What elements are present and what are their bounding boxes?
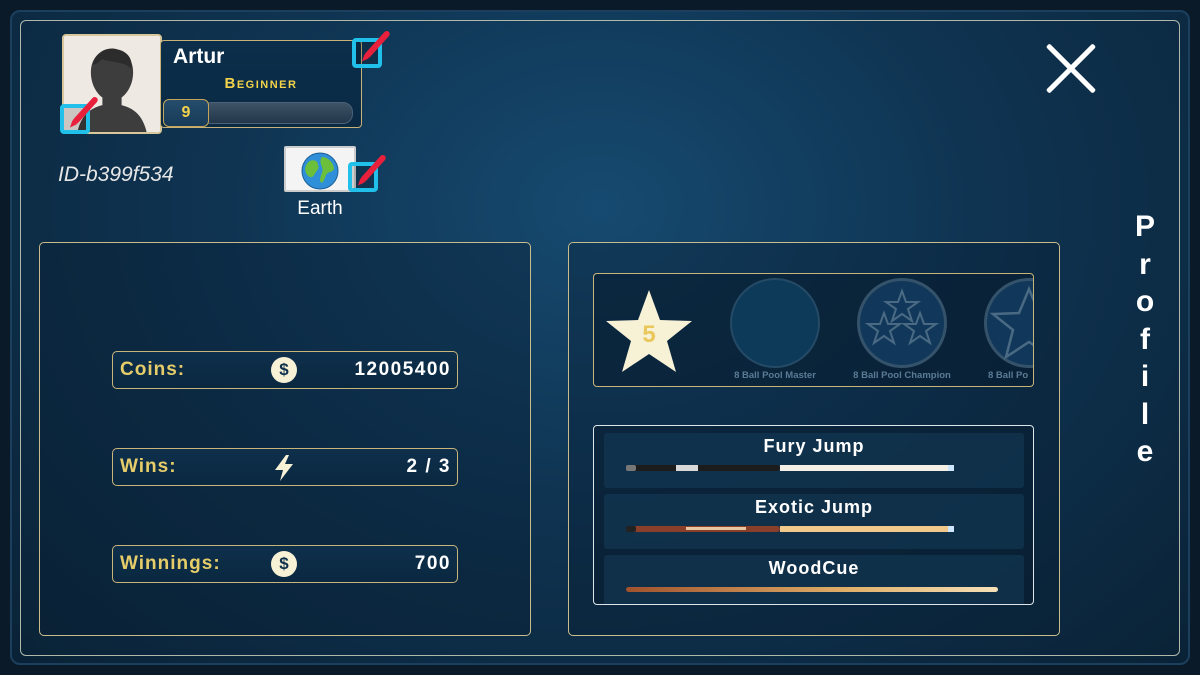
stat-coins: Coins: $ 12005400	[112, 351, 458, 389]
player-rank: Beginner	[224, 75, 298, 92]
page-title-letter: f	[1140, 322, 1150, 356]
page-title-letter: r	[1139, 247, 1151, 281]
globe-icon	[301, 152, 339, 190]
page-title: Profile	[1128, 208, 1162, 471]
edit-name-button[interactable]	[352, 29, 396, 78]
cue-name: Fury Jump	[763, 436, 865, 456]
edit-country-button[interactable]	[348, 153, 392, 202]
star-count: 5	[642, 321, 655, 348]
page-title-letter: l	[1140, 397, 1150, 431]
cue-item[interactable]: WoodCue	[604, 555, 1024, 604]
achievement-label: 8 Ball Pool Master	[734, 370, 816, 381]
achievement-partial[interactable]	[984, 278, 1033, 368]
cue-stick-icon	[626, 587, 998, 592]
star-badge[interactable]: 5	[604, 286, 694, 380]
collection-panel: 5 8 Ball Pool Master 8 Ball Pool Champio…	[568, 242, 1060, 636]
achievement-champion[interactable]	[857, 278, 947, 368]
page-title-letter: P	[1134, 210, 1155, 243]
stat-label: Winnings:	[120, 553, 221, 574]
player-id: ID-b399f534	[58, 163, 174, 186]
close-button[interactable]	[1044, 42, 1098, 96]
stat-label: Coins:	[120, 359, 186, 380]
country-name: Earth	[297, 198, 343, 219]
country-flag[interactable]	[284, 146, 356, 192]
xp-bar: 9	[161, 99, 357, 127]
stats-panel: Coins: $ 12005400 Wins: 2 / 3 Winnings: …	[39, 242, 531, 636]
dollar-coin-icon: $	[271, 357, 297, 383]
cue-name: WoodCue	[768, 558, 860, 578]
achievements-strip[interactable]: 5 8 Ball Pool Master 8 Ball Pool Champio…	[593, 273, 1034, 387]
stat-winnings: Winnings: $ 700	[112, 545, 458, 583]
cue-stick-icon	[626, 465, 954, 471]
three-stars-icon	[864, 288, 940, 346]
star-outline-icon	[989, 285, 1033, 360]
stat-wins: Wins: 2 / 3	[112, 448, 458, 486]
xp-track	[201, 102, 353, 124]
cue-item[interactable]: Fury Jump	[604, 433, 1024, 488]
level-badge: 9	[163, 99, 209, 127]
cue-name: Exotic Jump	[754, 497, 874, 517]
stat-label: Wins:	[120, 456, 177, 477]
edit-avatar-button[interactable]	[60, 95, 104, 144]
achievement-label: 8 Ball Po	[988, 370, 1029, 381]
page-title-letter: i	[1140, 360, 1150, 393]
achievement-master[interactable]	[730, 278, 820, 368]
stat-value: 2 / 3	[406, 456, 451, 477]
stat-value: 12005400	[354, 359, 451, 380]
dollar-coin-icon: $	[271, 551, 297, 577]
player-card: Artur Beginner 9	[160, 40, 362, 128]
cue-stick-icon	[626, 526, 954, 532]
star-icon: 5	[606, 290, 692, 372]
cue-list[interactable]: Fury Jump Exotic Jump WoodCue	[593, 425, 1034, 605]
cue-item[interactable]: Exotic Jump	[604, 494, 1024, 549]
lightning-icon	[271, 454, 297, 481]
player-name: Artur	[173, 45, 225, 68]
page-title-letter: e	[1136, 435, 1154, 468]
page-title-letter: o	[1135, 285, 1155, 318]
achievement-label: 8 Ball Pool Champion	[853, 370, 951, 381]
stat-value: 700	[414, 553, 451, 574]
